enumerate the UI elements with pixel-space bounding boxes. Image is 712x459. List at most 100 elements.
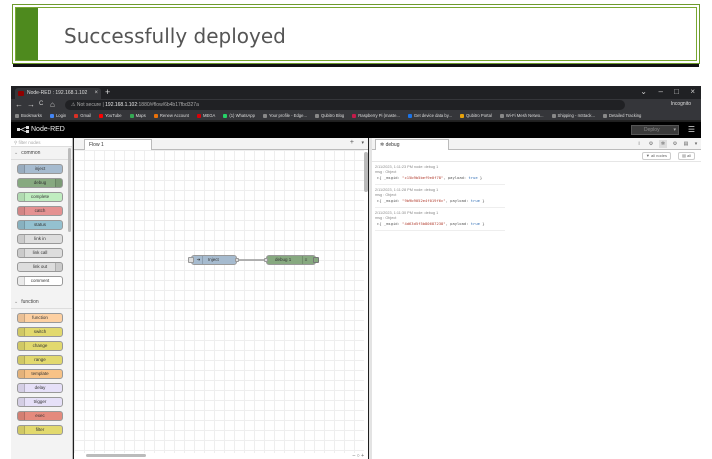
back-button[interactable]: ←	[15, 100, 23, 109]
palette-node-range[interactable]: range	[17, 355, 63, 365]
node-red-header: Node-RED Deploy ▾ ☰	[11, 122, 701, 138]
bookmark-label: Your profile - Edge...	[268, 113, 307, 118]
node-type-icon	[18, 370, 25, 378]
bookmark-item[interactable]: (1) WhatsApp	[223, 113, 255, 118]
debug-node[interactable]: debug 1 ≡	[264, 255, 319, 265]
bookmark-item[interactable]: Login	[49, 113, 66, 118]
palette-node-delay[interactable]: delay	[17, 383, 63, 393]
debug-message-body[interactable]: ▸{ _msgid: "c15b9b5bef9e0f78", payload: …	[375, 175, 505, 181]
context-icon[interactable]: ▤	[682, 140, 690, 148]
deploy-dropdown-icon[interactable]: ▾	[673, 126, 676, 134]
palette-node-comment[interactable]: comment	[17, 276, 63, 286]
bookmark-item[interactable]: Get device data by...	[407, 113, 452, 118]
palette-node-function[interactable]: function	[17, 313, 63, 323]
browser-tab[interactable]: Node-RED : 192.168.1.102 ×	[15, 88, 101, 99]
palette-node-catch[interactable]: catch	[17, 206, 63, 216]
maximize-button[interactable]: □	[674, 87, 679, 96]
palette-node-switch[interactable]: switch	[17, 327, 63, 337]
bookmark-item[interactable]: Detailed Tracking	[603, 113, 641, 118]
bookmark-item[interactable]: Shipping - mStack...	[551, 113, 595, 118]
tab-close-icon[interactable]: ×	[94, 88, 98, 99]
palette-category-common[interactable]: ⌄ common	[11, 147, 72, 160]
bookmark-favicon-icon	[407, 113, 412, 118]
palette-node-debug[interactable]: debug	[17, 178, 63, 188]
tab-debug[interactable]: ✲ debug	[375, 139, 449, 150]
palette-node-template[interactable]: template	[17, 369, 63, 379]
menu-icon[interactable]: ☰	[688, 125, 695, 134]
reload-button[interactable]: C	[39, 101, 43, 107]
palette-node-trigger[interactable]: trigger	[17, 397, 63, 407]
clear-debug-button[interactable]: ▤ all	[678, 152, 695, 160]
inject-output-port[interactable]	[235, 258, 239, 262]
bookmark-item[interactable]: Gmail	[74, 113, 91, 118]
home-button[interactable]: ⌂	[50, 100, 55, 109]
sidebar-dropdown-icon[interactable]: ▾	[692, 140, 700, 148]
body-suffix: }	[479, 198, 485, 203]
zoom-controls[interactable]: – ○ +	[353, 453, 365, 459]
bookmark-item[interactable]: YouTube	[99, 113, 122, 118]
help-icon[interactable]: ⚙	[647, 140, 655, 148]
palette-node-label: status	[33, 222, 46, 227]
node-type-icon	[18, 207, 25, 215]
debug-message[interactable]: 2/11/2023, 1:11:28 PM node: debug 1 msg :…	[375, 188, 505, 208]
flow-list-icon[interactable]: ▾	[361, 140, 364, 146]
bookmark-item[interactable]: Qubitro Portal	[460, 113, 492, 118]
deploy-button[interactable]: Deploy ▾	[631, 125, 679, 135]
debug-message[interactable]: 2/11/2023, 1:11:23 PM node: debug 1 msg :…	[375, 165, 505, 185]
debug-toolbar: ▼ all nodes ▤ all	[372, 150, 701, 162]
tab-search-icon[interactable]: ⌄	[640, 87, 647, 96]
palette-node-link-in[interactable]: link in	[17, 234, 63, 244]
bookmark-item[interactable]: Maps	[129, 113, 146, 118]
forward-button[interactable]: →	[27, 100, 35, 109]
minimize-button[interactable]: –	[659, 87, 663, 96]
bookmark-favicon-icon	[99, 113, 104, 118]
bookmark-item[interactable]: Your profile - Edge...	[262, 113, 307, 118]
filter-nodes-input[interactable]: ⚲ filter nodes	[11, 138, 72, 147]
node-type-icon	[18, 384, 25, 392]
debug-toggle-button[interactable]	[313, 257, 319, 263]
palette-scrollbar[interactable]	[68, 148, 71, 232]
palette-node-filter[interactable]: filter	[17, 425, 63, 435]
incognito-badge[interactable]: Incognito	[671, 101, 691, 107]
inject-toggle-button[interactable]	[188, 257, 194, 263]
bookmark-item[interactable]: MEGA	[196, 113, 215, 118]
palette-node-status[interactable]: status	[17, 220, 63, 230]
debug-message-body[interactable]: ▸{ _msgid: "9b9b9052e4f019f6c", payload:…	[375, 198, 505, 204]
bookmark-label: Get device data by...	[413, 113, 452, 118]
bookmark-item[interactable]: Qubitro Blog	[314, 113, 344, 118]
palette-node-complete[interactable]: complete	[17, 192, 63, 202]
workspace-vertical-scrollbar[interactable]	[364, 152, 368, 192]
workspace-horizontal-scrollbar[interactable]	[86, 454, 146, 457]
palette-node-change[interactable]: change	[17, 341, 63, 351]
palette-node-link-call[interactable]: link call	[17, 248, 63, 258]
palette-node-inject[interactable]: inject	[17, 164, 63, 174]
debug-sidebar-icon[interactable]: ✲	[659, 140, 667, 148]
bookmark-favicon-icon	[74, 113, 79, 118]
flow-canvas[interactable]: ➜ Inject debug 1 ≡	[74, 150, 364, 453]
add-flow-button[interactable]: +	[350, 139, 354, 146]
info-icon[interactable]: i	[635, 140, 643, 148]
body-middle: , payload:	[445, 198, 471, 203]
bookmark-item[interactable]: Bookmarks	[15, 113, 42, 118]
security-indicator[interactable]: ⚠ Not secure |	[71, 102, 104, 108]
inject-node[interactable]: ➜ Inject	[188, 255, 239, 265]
bookmark-item[interactable]: Renew Account	[153, 113, 189, 118]
palette-node-exec[interactable]: exec	[17, 411, 63, 421]
bookmark-item[interactable]: Raspberry Pi (maste...	[352, 113, 400, 118]
bookmark-item[interactable]: Wi-Fi Mesh Netwo...	[499, 113, 544, 118]
url-input[interactable]: ⚠ Not secure | 192.168.1.102:1880/#flow/…	[65, 100, 625, 110]
debug-input-port[interactable]	[264, 258, 268, 262]
config-icon[interactable]: ⚙	[671, 140, 679, 148]
new-tab-button[interactable]: +	[105, 87, 110, 97]
wire[interactable]	[74, 150, 364, 453]
debug-message-body[interactable]: ▸{ _msgid: "4d63d5f5b80687238", payload:…	[375, 221, 505, 227]
palette-category-function[interactable]: ⌄ function	[11, 296, 72, 309]
deploy-notification: Successfully deployed	[12, 4, 700, 67]
debug-filter-select[interactable]: ▼ all nodes	[641, 152, 671, 160]
close-window-button[interactable]: ×	[690, 87, 695, 96]
palette-node-link-out[interactable]: link out	[17, 262, 63, 272]
debug-message[interactable]: 2/11/2023, 1:11:30 PM node: debug 1 msg :…	[375, 211, 505, 231]
bookmark-favicon-icon	[262, 113, 267, 118]
flow-workspace: Flow 1 + ▾ ➜ Inject debug 1 ≡ – ○ +	[74, 138, 368, 459]
tab-flow-1[interactable]: Flow 1	[84, 139, 152, 150]
